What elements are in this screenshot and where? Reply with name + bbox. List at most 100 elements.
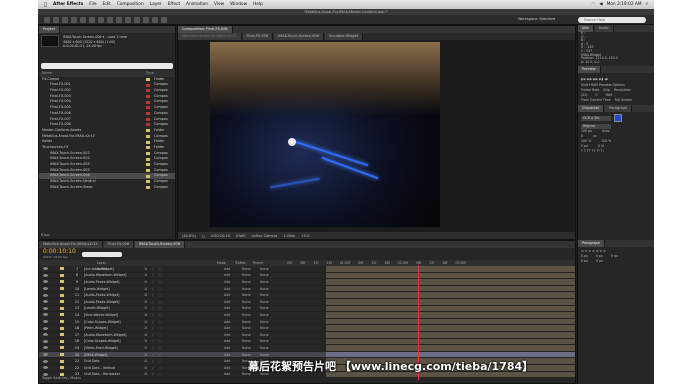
type-tool-icon[interactable]	[116, 16, 122, 23]
layer-duration-bar[interactable]	[326, 345, 575, 352]
label-color-swatch[interactable]	[146, 123, 150, 127]
blend-mode-select[interactable]: Add	[224, 346, 242, 350]
label-color-swatch[interactable]	[146, 168, 150, 172]
camera-tool-icon[interactable]	[80, 16, 86, 23]
label-color-swatch[interactable]	[60, 359, 64, 363]
parent-select[interactable]: None	[260, 320, 278, 324]
blend-mode-select[interactable]: Add	[224, 267, 242, 271]
label-color-swatch[interactable]	[146, 89, 150, 93]
layer-row[interactable]: 12 [Audio-Peaks-Widget] ⌘ / ▢ Add None None	[39, 299, 326, 306]
label-color-swatch[interactable]	[146, 106, 150, 110]
parent-select[interactable]: None	[260, 326, 278, 330]
layer-name[interactable]: [Audio-Waveform-Widget]	[84, 273, 144, 277]
label-color-swatch[interactable]	[146, 134, 150, 138]
label-color-swatch[interactable]	[60, 313, 64, 317]
label-color-swatch[interactable]	[146, 112, 150, 116]
layer-switches[interactable]: ⌘ / ▢	[144, 353, 224, 357]
label-color-swatch[interactable]	[146, 77, 150, 81]
layer-duration-bar[interactable]	[326, 298, 575, 306]
eraser-tool-icon[interactable]	[143, 16, 149, 23]
layer-name[interactable]: Grid Dots	[84, 359, 144, 363]
layer-switches[interactable]: ⌘ / ▢	[144, 346, 224, 350]
blend-mode-select[interactable]: Add	[224, 320, 242, 324]
menu-help[interactable]: Help	[253, 2, 263, 7]
layer-duration-bar[interactable]	[326, 338, 575, 346]
parent-select[interactable]: None	[260, 346, 278, 350]
trkmat-select[interactable]: None	[242, 267, 260, 271]
layer-duration-bar[interactable]	[326, 272, 575, 280]
trkmat-select[interactable]: None	[242, 287, 260, 291]
parent-select[interactable]: None	[260, 293, 278, 297]
layer-name[interactable]: [IMAX-Widget]	[84, 353, 144, 357]
eye-icon[interactable]	[43, 273, 48, 277]
layer-switches[interactable]: ⌘ / ▢	[144, 366, 224, 370]
parent-select[interactable]: None	[260, 267, 278, 271]
parent-select[interactable]: None	[260, 280, 278, 284]
layer-row[interactable]: 11 [Audio-Peaks-Widget] ⌘ / ▢ Add None None	[39, 292, 326, 299]
menu-edit[interactable]: Edit	[103, 2, 111, 7]
label-color-swatch[interactable]	[146, 180, 150, 184]
parent-select[interactable]: None	[260, 306, 278, 310]
rotate-tool-icon[interactable]	[71, 16, 77, 23]
blend-mode-select[interactable]: Add	[224, 306, 242, 310]
blend-mode-select[interactable]: Add	[224, 353, 242, 357]
layer-row[interactable]: 8 [Audio-Waveform-Widget] ⌘ / ▢ Add None None	[39, 273, 326, 280]
parent-select[interactable]: None	[260, 353, 278, 357]
timeline-search-input[interactable]	[81, 251, 122, 257]
layer-duration-bar[interactable]	[326, 331, 575, 339]
blend-mode-select[interactable]: Add	[224, 287, 242, 291]
layer-duration-bar[interactable]	[326, 279, 575, 286]
trkmat-select[interactable]: None	[242, 280, 260, 284]
eye-icon[interactable]	[43, 300, 48, 304]
eye-icon[interactable]	[43, 287, 48, 291]
brush-tool-icon[interactable]	[125, 16, 131, 23]
menu-layer[interactable]: Layer	[150, 2, 162, 7]
puppet-tool-icon[interactable]	[161, 16, 167, 23]
label-color-swatch[interactable]	[146, 95, 150, 99]
eye-icon[interactable]	[43, 359, 48, 363]
layer-switches[interactable]: ⌘ / ▢	[144, 313, 224, 317]
eye-icon[interactable]	[43, 320, 48, 324]
text-style-buttons[interactable]: T T TT Tт T¹ T₁	[578, 149, 654, 154]
blend-mode-select[interactable]: Add	[224, 273, 242, 277]
layer-duration-bar[interactable]	[326, 312, 575, 319]
label-color-swatch[interactable]	[60, 273, 64, 277]
trkmat-select[interactable]: None	[242, 306, 260, 310]
parent-select[interactable]: None	[260, 287, 278, 291]
eye-icon[interactable]	[43, 280, 48, 284]
label-color-swatch[interactable]	[60, 293, 64, 297]
project-item[interactable]: IMAX-Touch-Screen-Sleep Compos	[39, 185, 175, 191]
trkmat-select[interactable]: None	[242, 313, 260, 317]
layer-switches[interactable]: ⌘ / ▢	[144, 293, 224, 297]
layer-name[interactable]: [Levels-Widget]	[84, 287, 144, 291]
trkmat-select[interactable]: None	[242, 346, 260, 350]
resolution-select[interactable]: (Half)	[236, 234, 246, 238]
blend-mode-select[interactable]: Add	[224, 326, 242, 330]
layer-row[interactable]: 17 [Audio-Waveform-Widget] ⌘ / ▢ Add None Non…	[39, 332, 326, 339]
label-color-swatch[interactable]	[60, 287, 64, 291]
pan-behind-tool-icon[interactable]	[89, 16, 95, 23]
hand-tool-icon[interactable]	[53, 16, 59, 23]
blend-mode-select[interactable]: Add	[224, 359, 242, 363]
label-color-swatch[interactable]	[60, 346, 64, 350]
label-color-swatch[interactable]	[146, 140, 150, 144]
layer-name[interactable]: Grid Dots - Vertical	[84, 366, 144, 370]
layer-name[interactable]: [Audio-Peaks-Widget]	[84, 280, 144, 284]
eye-icon[interactable]	[43, 339, 48, 343]
trkmat-select[interactable]: None	[242, 300, 260, 304]
volume-icon[interactable]: ◀	[599, 2, 602, 7]
video-frame[interactable]	[210, 42, 440, 227]
layer-name[interactable]: [Audio-Peaks-Widget]	[84, 300, 144, 304]
layer-name[interactable]: [Video-Feed-Widget]	[84, 346, 144, 350]
exposure-value[interactable]: +0.0	[301, 234, 310, 238]
layer-duration-bar[interactable]	[326, 318, 575, 326]
label-color-swatch[interactable]	[146, 100, 150, 104]
blend-mode-select[interactable]: Add	[224, 366, 242, 370]
layer-name[interactable]: [Audio-Waveform-Widget]	[84, 333, 144, 337]
viewer-subtab-final[interactable]: Final-FX-006	[242, 33, 274, 40]
spotlight-icon[interactable]: ⌕	[646, 2, 648, 7]
layer-name[interactable]: [Levels-Widget]	[84, 306, 144, 310]
menu-effect[interactable]: Effect	[168, 2, 180, 7]
search-help-input[interactable]: Search Help	[578, 17, 646, 23]
app-name-menu[interactable]: After Effects	[53, 2, 83, 7]
